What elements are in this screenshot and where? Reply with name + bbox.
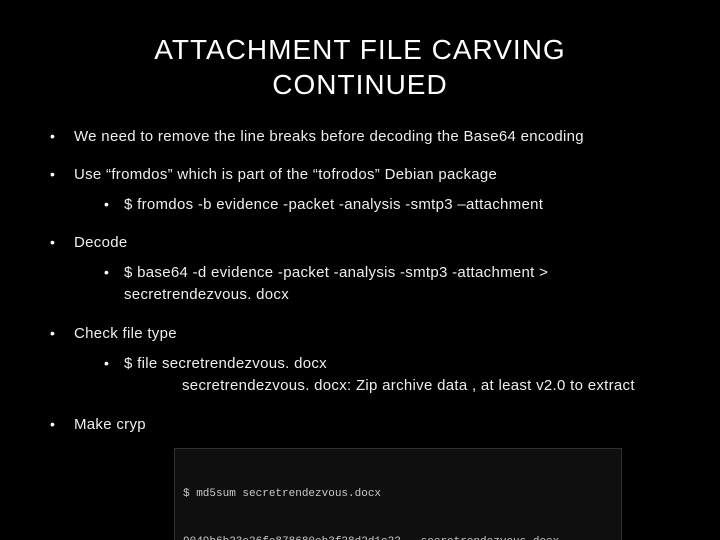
- bullet-5-text: Make cryp: [74, 416, 146, 433]
- slide: ATTACHMENT FILE CARVING CONTINUED We nee…: [0, 0, 720, 540]
- bullet-2: Use “fromdos” which is part of the “tofr…: [40, 164, 680, 216]
- bullet-2-text: Use “fromdos” which is part of the “tofr…: [74, 166, 497, 183]
- bullet-3-text: Decode: [74, 234, 128, 251]
- bullet-2-sublist: $ fromdos -b evidence -packet -analysis …: [74, 194, 680, 217]
- bullet-4-text: Check file type: [74, 325, 177, 342]
- terminal-snippet: $ md5sum secretrendezvous.docx 9049b6b23…: [174, 448, 622, 540]
- bullet-3-sub-1: $ base64 -d evidence -packet -analysis -…: [74, 262, 680, 307]
- bullet-3-sub-1-text: $ base64 -d evidence -packet -analysis -…: [124, 264, 548, 304]
- slide-title: ATTACHMENT FILE CARVING CONTINUED: [40, 32, 680, 102]
- terminal-line-1: $ md5sum secretrendezvous.docx: [183, 487, 613, 503]
- bullet-4-sub-1-line2: secretrendezvous. docx: Zip archive data…: [124, 375, 680, 398]
- bullet-4-sub-1-line1: $ file secretrendezvous. docx: [124, 355, 327, 372]
- title-line-1: ATTACHMENT FILE CARVING: [154, 34, 565, 65]
- bullet-4: Check file type $ file secretrendezvous.…: [40, 323, 680, 398]
- terminal-line-2: 9049b6b23e26fe878680eb3f28d2d1c22 secret…: [183, 535, 613, 540]
- bullet-4-sub-1: $ file secretrendezvous. docx secretrend…: [74, 353, 680, 398]
- bullet-3: Decode $ base64 -d evidence -packet -ana…: [40, 232, 680, 307]
- title-line-2: CONTINUED: [272, 69, 447, 100]
- bullet-5: Make cryp: [40, 414, 680, 436]
- bullet-2-sub-1: $ fromdos -b evidence -packet -analysis …: [74, 194, 680, 217]
- bullet-1-text: We need to remove the line breaks before…: [74, 128, 584, 145]
- bullet-1: We need to remove the line breaks before…: [40, 126, 680, 148]
- bullet-4-sublist: $ file secretrendezvous. docx secretrend…: [74, 353, 680, 398]
- bullet-list: We need to remove the line breaks before…: [40, 126, 680, 435]
- bullet-2-sub-1-text: $ fromdos -b evidence -packet -analysis …: [124, 196, 543, 213]
- bullet-3-sublist: $ base64 -d evidence -packet -analysis -…: [74, 262, 680, 307]
